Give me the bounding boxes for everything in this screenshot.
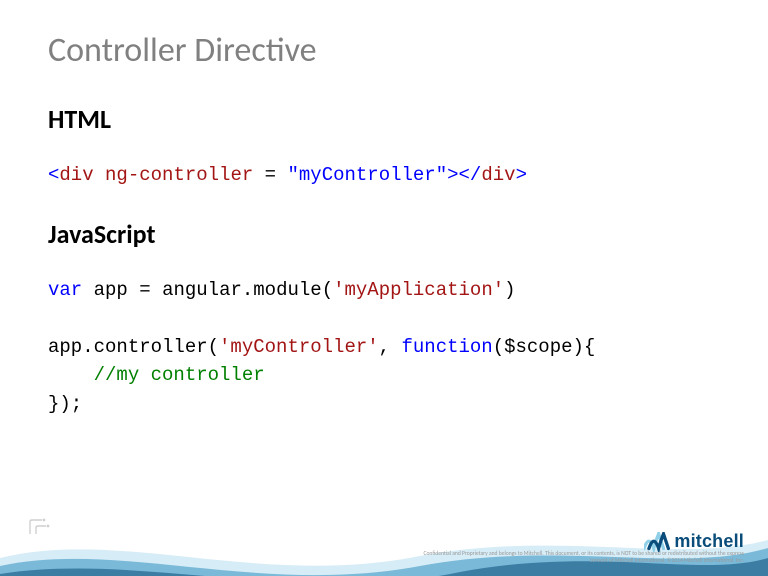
call-app-controller: app.controller( [48, 336, 219, 358]
call-angular-module: angular.module( [162, 279, 333, 301]
chip-icon [28, 510, 64, 540]
space [82, 279, 93, 301]
close-fn: }); [48, 393, 82, 415]
brand-logo-text: mitchell [674, 531, 744, 552]
keyword-function: function [401, 336, 492, 358]
section-heading-html: HTML [48, 103, 720, 135]
close-paren: ) [504, 279, 515, 301]
code-block-js: var app = angular.module('myApplication'… [48, 276, 720, 419]
operator-eq: = [139, 279, 150, 301]
tag-close: > [447, 164, 458, 186]
attr-value: "myController" [287, 164, 447, 186]
string-my-controller: 'myController' [219, 336, 379, 358]
angle-bracket-open: < [48, 164, 59, 186]
tag-name: div [59, 164, 93, 186]
comma: , [379, 336, 402, 358]
space [94, 164, 105, 186]
keyword-var: var [48, 279, 82, 301]
close-tag-open: </ [459, 164, 482, 186]
attr-name: ng-controller [105, 164, 253, 186]
code-block-html: <div ng-controller = "myController"></di… [48, 161, 720, 190]
slide-title: Controller Directive [48, 30, 720, 71]
footer: mitchell Confidential and Proprietary an… [0, 518, 768, 576]
string-my-application: 'myApplication' [333, 279, 504, 301]
disclaimer-text: Confidential and Proprietary and belongs… [414, 551, 744, 564]
identifier-app: app [94, 279, 128, 301]
close-tag-close: > [516, 164, 527, 186]
space [128, 279, 139, 301]
indent [48, 364, 94, 386]
brand-logo-mark-icon [644, 532, 670, 552]
section-heading-js: JavaScript [48, 218, 720, 250]
slide: Controller Directive HTML <div ng-contro… [0, 0, 768, 576]
space [151, 279, 162, 301]
comment-my-controller: //my controller [94, 364, 265, 386]
brand-logo: mitchell [644, 531, 744, 552]
attr-eq: = [253, 164, 287, 186]
fn-args: ($scope){ [493, 336, 596, 358]
close-tag-name: div [481, 164, 515, 186]
